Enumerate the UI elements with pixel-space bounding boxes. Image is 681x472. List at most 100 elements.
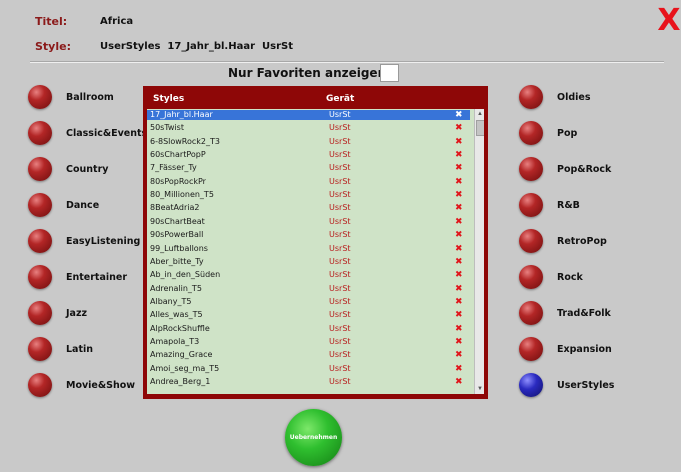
category-button-jazz[interactable]: Jazz	[28, 300, 87, 326]
title-label: Titel:	[35, 15, 68, 28]
style-name: Adrenalin_T5	[150, 283, 202, 293]
apply-button-label: Uebernehmen	[289, 434, 338, 441]
category-button-dance[interactable]: Dance	[28, 192, 99, 218]
style-list-row[interactable]: Aber_bitte_Ty UsrSt ✖	[147, 257, 470, 267]
delete-icon[interactable]: ✖	[455, 230, 463, 240]
category-label: Expansion	[557, 343, 612, 355]
style-name: Albany_T5	[150, 296, 192, 306]
delete-icon[interactable]: ✖	[455, 257, 463, 267]
style-list-row[interactable]: 6-8SlowRock2_T3 UsrSt ✖	[147, 137, 470, 147]
delete-icon[interactable]: ✖	[455, 350, 463, 360]
style-device: UsrSt	[329, 270, 351, 280]
category-button-movie-show[interactable]: Movie&Show	[28, 372, 135, 398]
style-list-row[interactable]: 8BeatAdria2 UsrSt ✖	[147, 203, 470, 213]
style-list-row[interactable]: 99_Luftballons UsrSt ✖	[147, 244, 470, 254]
style-name: 50sTwist	[150, 123, 184, 133]
style-name: 80sPopRockPr	[150, 176, 206, 186]
style-list-row[interactable]: 7_Fässer_Ty UsrSt ✖	[147, 163, 470, 173]
style-name: Ab_in_den_Süden	[150, 270, 221, 280]
category-button-rock[interactable]: Rock	[519, 264, 583, 290]
category-indicator-icon	[519, 373, 543, 397]
delete-icon[interactable]: ✖	[455, 310, 463, 320]
delete-icon[interactable]: ✖	[455, 364, 463, 374]
category-button-expansion[interactable]: Expansion	[519, 336, 612, 362]
category-label: Pop	[557, 127, 578, 139]
close-button[interactable]: X	[656, 4, 681, 38]
category-button-country[interactable]: Country	[28, 156, 108, 182]
style-list[interactable]: Andrea_Berg_1 UsrSt ✖ Amoi_seg_ma_T5 UsrSt ✖ A…	[147, 109, 484, 394]
style-name: 7_Fässer_Ty	[150, 163, 197, 173]
column-header-styles[interactable]: Styles	[153, 94, 184, 104]
category-button-oldies[interactable]: Oldies	[519, 84, 591, 110]
style-list-scrollbar[interactable]: ▲ ▼	[474, 109, 484, 394]
style-list-row[interactable]: Albany_T5 UsrSt ✖	[147, 297, 470, 307]
category-label: Trad&Folk	[557, 307, 611, 319]
delete-icon[interactable]: ✖	[455, 177, 463, 187]
style-name: 60sChartPopP	[150, 150, 206, 160]
style-list-row[interactable]: 90sPowerBall UsrSt ✖	[147, 230, 470, 240]
delete-icon[interactable]: ✖	[455, 337, 463, 347]
category-button-userstyles[interactable]: UserStyles	[519, 372, 614, 398]
category-indicator-icon	[28, 121, 52, 145]
style-name: Andrea_Berg_1	[150, 377, 211, 386]
category-indicator-icon	[519, 121, 543, 145]
category-button-pop[interactable]: Pop	[519, 120, 577, 146]
style-list-row[interactable]: Ab_in_den_Süden UsrSt ✖	[147, 270, 470, 280]
style-list-row[interactable]: Amapola_T3 UsrSt ✖	[147, 337, 470, 347]
style-name: Aber_bitte_Ty	[150, 256, 204, 266]
delete-icon[interactable]: ✖	[455, 324, 463, 334]
style-list-row[interactable]: 80sPopRockPr UsrSt ✖	[147, 177, 470, 187]
category-button-classic-events[interactable]: Classic&Events	[28, 120, 147, 146]
delete-icon[interactable]: ✖	[455, 110, 463, 120]
style-list-row[interactable]: 80_Millionen_T5 UsrSt ✖	[147, 190, 470, 200]
delete-icon[interactable]: ✖	[455, 190, 463, 200]
delete-icon[interactable]: ✖	[455, 150, 463, 160]
style-list-row[interactable]: Alles_was_T5 UsrSt ✖	[147, 310, 470, 320]
style-list-row[interactable]: Andrea_Berg_1 UsrSt ✖	[147, 377, 470, 387]
style-device: UsrSt	[329, 256, 351, 266]
favorites-checkbox[interactable]	[380, 64, 399, 82]
style-list-row[interactable]: Amazing_Grace UsrSt ✖	[147, 350, 470, 360]
category-button-entertainer[interactable]: Entertainer	[28, 264, 127, 290]
apply-button[interactable]: Uebernehmen	[285, 409, 342, 466]
scroll-down-icon[interactable]: ▼	[475, 384, 484, 394]
delete-icon[interactable]: ✖	[455, 137, 463, 147]
style-device: UsrSt	[329, 163, 351, 173]
category-label: Rock	[557, 271, 583, 283]
delete-icon[interactable]: ✖	[455, 377, 463, 387]
category-label: Movie&Show	[66, 379, 136, 391]
delete-icon[interactable]: ✖	[455, 163, 463, 173]
style-list-row[interactable]: Adrenalin_T5 UsrSt ✖	[147, 284, 470, 294]
style-list-row[interactable]: 50sTwist UsrSt ✖	[147, 123, 470, 133]
style-list-row[interactable]: 17_Jahr_bl.Haar UsrSt ✖	[147, 110, 470, 120]
delete-icon[interactable]: ✖	[455, 297, 463, 307]
style-name: 90sPowerBall	[150, 230, 204, 240]
scroll-thumb[interactable]	[476, 120, 484, 136]
delete-icon[interactable]: ✖	[455, 123, 463, 133]
style-list-row[interactable]: Amoi_seg_ma_T5 UsrSt ✖	[147, 364, 470, 374]
style-list-row[interactable]: 60sChartPopP UsrSt ✖	[147, 150, 470, 160]
category-button-latin[interactable]: Latin	[28, 336, 93, 362]
style-device: UsrSt	[329, 190, 351, 200]
column-header-device[interactable]: Gerät	[326, 94, 354, 104]
category-indicator-icon	[28, 301, 52, 325]
category-label: Dance	[66, 199, 100, 211]
category-indicator-icon	[519, 193, 543, 217]
delete-icon[interactable]: ✖	[455, 217, 463, 227]
category-button-easylistening[interactable]: EasyListening	[28, 228, 140, 254]
header-divider	[30, 61, 664, 63]
scroll-up-icon[interactable]: ▲	[475, 109, 484, 119]
style-list-row[interactable]: AlpRockShuffle UsrSt ✖	[147, 324, 470, 334]
style-list-row[interactable]: 90sChartBeat UsrSt ✖	[147, 217, 470, 227]
category-button-ballroom[interactable]: Ballroom	[28, 84, 114, 110]
delete-icon[interactable]: ✖	[455, 284, 463, 294]
delete-icon[interactable]: ✖	[455, 244, 463, 254]
delete-icon[interactable]: ✖	[455, 270, 463, 280]
category-button-pop-rock[interactable]: Pop&Rock	[519, 156, 611, 182]
category-button-retropop[interactable]: RetroPop	[519, 228, 607, 254]
style-name: 80_Millionen_T5	[150, 190, 214, 200]
style-device: UsrSt	[329, 216, 351, 226]
category-button-r-b[interactable]: R&B	[519, 192, 580, 218]
category-button-trad-folk[interactable]: Trad&Folk	[519, 300, 611, 326]
delete-icon[interactable]: ✖	[455, 203, 463, 213]
